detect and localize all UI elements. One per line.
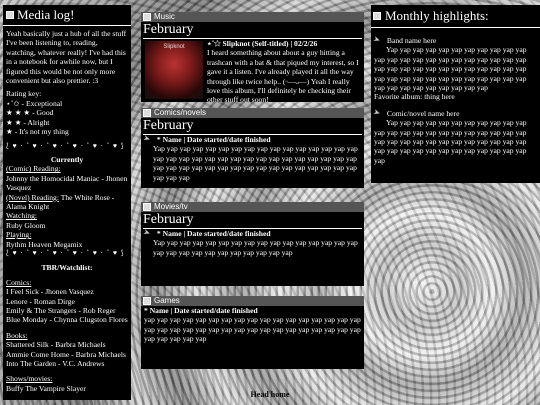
comic-name-label: Comic/novel name here [386, 108, 460, 118]
arrow-icon [144, 230, 155, 236]
currently-title: Currently [50, 154, 84, 164]
band-body: Yap yap yap yap yap yap yap yap yap yap … [374, 45, 527, 93]
movies-entry-body: Yap yap yap yap yap yap yap yap yap yap … [153, 238, 358, 257]
music-titlebar: Music [141, 12, 364, 22]
album-cover-image: Slipknot [145, 41, 203, 99]
media-log-title: Media log! [17, 7, 75, 22]
comic-reading-value: Johnny the Homocidal Maniac - Jhonen Vas… [6, 173, 128, 193]
band-name-label: Band name here [386, 36, 437, 45]
window-icon [6, 11, 14, 19]
books-label: Books: [6, 330, 28, 340]
tbr-book-2: Ammie Come Home - Barbra Michaels [6, 349, 126, 359]
shows-label: Shows/movies: [6, 374, 53, 384]
highlights-title: Monthly highlights: [385, 8, 489, 23]
rating-2: ★ ★ ★ - Good [6, 108, 54, 118]
intro-text: Yeah basically just a hub of all the stu… [6, 29, 127, 86]
movies-entry-heading: * Name | Date started/date finished [141, 229, 364, 238]
head-home-link[interactable]: Head home [0, 390, 540, 399]
window-icon [143, 203, 151, 211]
media-log-header: Media log! [3, 5, 131, 26]
movies-titlebar: Movies/tv [141, 202, 364, 212]
comic-reading-label: (Comic) Reading: [6, 164, 61, 174]
movies-heading-text: * Name | Date started/date finished [156, 229, 271, 238]
rating-4: ★ - It's not my thing [6, 127, 69, 137]
music-entry-heading: ⋆˚✩ Slipknot (Self-titled) | 02/2/26 [207, 39, 318, 48]
watching-value: Ruby Gloom [6, 220, 46, 230]
watching-label: Watching: [6, 211, 38, 221]
rating-3: ★ ★ - Alright [6, 117, 50, 127]
comics-label: Comics: [6, 277, 32, 287]
music-month: February [143, 22, 362, 39]
comics-bar-label: Comics/novels [154, 108, 207, 117]
arrow-icon [374, 110, 385, 116]
tbr-book-1: Shattered Silk - Barbra Michaels [6, 340, 106, 350]
tbr-book-3: Into The Garden - V.C. Andrews [6, 359, 105, 368]
games-panel: Games * Name | Date started/date finishe… [141, 296, 364, 369]
tbr-comic-4: Blue Monday - Chynna Clugston Flores [6, 315, 128, 325]
media-log-panel: Media log! Yeah basically just a hub of … [3, 5, 131, 400]
games-titlebar: Games [141, 296, 364, 306]
games-entry-heading: * Name | Date started/date finished [144, 306, 258, 315]
comics-month: February [143, 118, 362, 135]
window-icon [143, 297, 151, 305]
arrow-icon [144, 136, 155, 142]
music-bar-label: Music [154, 12, 175, 21]
window-icon [143, 109, 151, 117]
rating-1: ⋆˚✩ - Exceptional [6, 98, 63, 108]
comics-panel: Comics/novels February * Name | Date sta… [141, 108, 364, 188]
games-bar-label: Games [154, 296, 180, 305]
comic-body: Yap yap yap yap yap yap yap yap yap yap … [374, 118, 527, 165]
games-entry-body: yap yap yap yap yap yap yap yap yap yap … [144, 315, 361, 344]
favorite-album: Favorite album: thing here [374, 92, 455, 102]
movies-month: February [143, 212, 362, 229]
comics-entry-heading: * Name | Date started/date finished [141, 135, 364, 144]
comics-heading-text: * Name | Date started/date finished [156, 135, 271, 144]
tbr-title: TBR/Watchlist: [41, 263, 93, 273]
movies-bar-label: Movies/tv [154, 202, 188, 211]
comics-titlebar: Comics/novels [141, 108, 364, 118]
window-icon [373, 12, 381, 20]
music-entry-body: I heard something about about a guy hitt… [207, 48, 359, 102]
heart-divider-2: ⟅ ♥ · ˚ ♥ · ˚ ♥ · ˚ ♥ · ˚ ♥ · ˚ ♥ ⟆ [6, 248, 125, 257]
window-icon [143, 13, 151, 21]
heart-divider: ⟅ ♥ · ˚ ♥ · ˚ ♥ · ˚ ♥ · ˚ ♥ · ˚ ♥ ⟆ [6, 142, 125, 151]
tbr-comic-1: I Feel Sick - Jhonen Vasquez [6, 287, 94, 297]
highlights-panel: Monthly highlights: Band name here Yap y… [371, 5, 540, 183]
novel-reading-label: (Novel) Reading: [6, 192, 59, 202]
playing-value: Rythm Heaven Megamix [6, 239, 83, 249]
music-panel: Music February Slipknot ⋆˚✩ Slipknot (Se… [141, 12, 364, 102]
arrow-icon [374, 37, 385, 43]
comics-entry-body: Yap yap yap yap yap yap yap yap yap yap … [153, 144, 358, 182]
tbr-comic-3: Emily & The Strangers - Rob Reger [6, 305, 116, 315]
highlights-header: Monthly highlights: [371, 5, 540, 28]
movies-panel: Movies/tv February * Name | Date started… [141, 202, 364, 286]
rating-key-label: Rating key: [6, 89, 42, 99]
album-cover-text: Slipknot [163, 44, 185, 50]
playing-label: Playing: [6, 230, 32, 240]
tbr-comic-2: Lenore - Roman Dirge [6, 296, 75, 306]
